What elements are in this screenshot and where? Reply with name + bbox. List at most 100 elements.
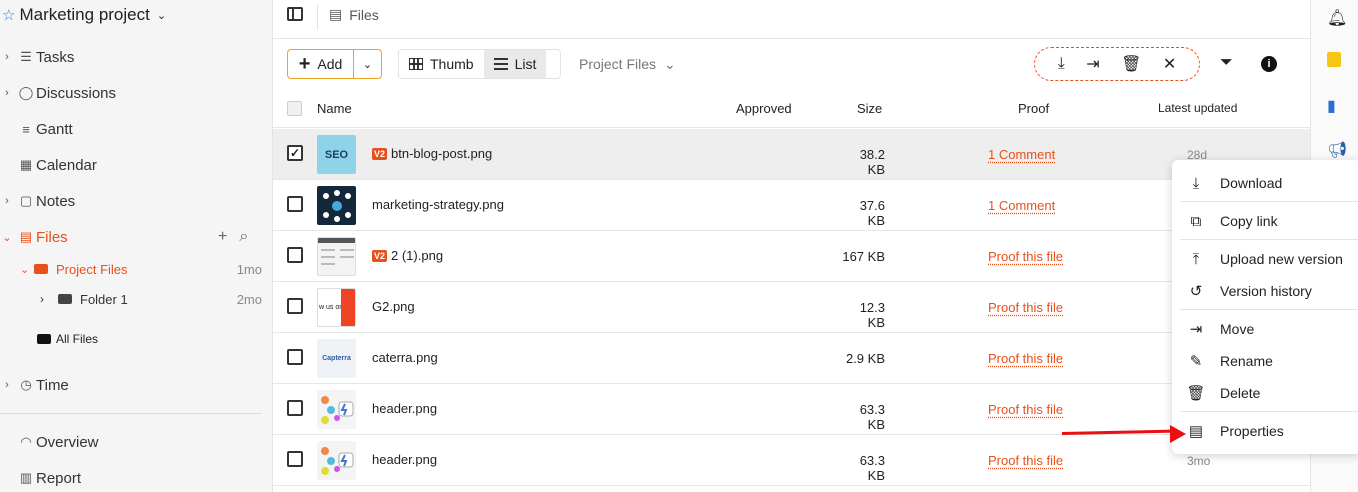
file-thumbnail[interactable] bbox=[317, 237, 356, 276]
menu-item-delete[interactable]: 🗑︎ Delete bbox=[1172, 378, 1358, 408]
proof-link[interactable]: Proof this file bbox=[988, 351, 1063, 366]
file-thumbnail[interactable] bbox=[317, 186, 356, 225]
menu-item-properties[interactable]: ▤ Properties bbox=[1172, 416, 1358, 446]
list-icon bbox=[493, 58, 508, 70]
chevron-right-icon[interactable]: › bbox=[40, 292, 58, 306]
menu-item-download[interactable]: ⤓ Download bbox=[1172, 168, 1358, 198]
menu-item-upload-new-version[interactable]: ⤒ Upload new version bbox=[1172, 244, 1358, 274]
chevron-down-icon: ⌄ bbox=[156, 9, 167, 22]
sidebar-item-label: Notes bbox=[36, 192, 76, 210]
sidebar-item-files[interactable]: ⌄ ▤ Files bbox=[0, 225, 67, 249]
row-checkbox[interactable] bbox=[287, 196, 303, 212]
sidebar-item-tasks[interactable]: › ☰ Tasks bbox=[0, 45, 74, 69]
chat-icon: ◯ bbox=[18, 85, 34, 100]
table-row[interactable]: ✓ SEO V2 btn-blog-post.png 38.2 KB 1 Com… bbox=[273, 129, 1310, 180]
sidebar-toggle-icon[interactable] bbox=[287, 7, 303, 21]
sidebar-item-report[interactable]: ▥ Report bbox=[0, 466, 81, 490]
tree-item-folder-1[interactable]: › Folder 1 2mo bbox=[40, 289, 273, 309]
menu-item-version-history[interactable]: ↺ Version history bbox=[1172, 276, 1358, 306]
row-checkbox[interactable] bbox=[287, 298, 303, 314]
chevron-down-icon[interactable]: ⌄ bbox=[0, 231, 14, 244]
row-checkbox[interactable] bbox=[287, 247, 303, 263]
move-icon[interactable]: ⇥ bbox=[1086, 54, 1099, 74]
plus-icon[interactable]: + bbox=[218, 228, 227, 246]
divider bbox=[0, 413, 262, 414]
sticky-note-icon[interactable] bbox=[1327, 52, 1341, 67]
bell-icon[interactable]: 🔔︎ bbox=[1327, 8, 1347, 28]
tree-item-project-files[interactable]: ⌄ Project Files 1mo bbox=[20, 259, 273, 279]
add-dropdown-button[interactable]: ⌄ bbox=[353, 50, 381, 78]
sidebar-item-gantt[interactable]: ≡ Gantt bbox=[0, 117, 73, 141]
sidebar-item-notes[interactable]: › ▢ Notes bbox=[0, 189, 75, 213]
column-size[interactable]: Size bbox=[857, 101, 882, 116]
table-row[interactable]: marketing-strategy.png 37.6 KB 1 Comment bbox=[273, 180, 1310, 231]
row-checkbox[interactable] bbox=[287, 451, 303, 467]
file-name[interactable]: G2.png bbox=[372, 299, 415, 314]
proof-link[interactable]: 1 Comment bbox=[988, 147, 1055, 162]
table-row[interactable]: V2 2 (1).png 167 KB Proof this file bbox=[273, 231, 1310, 282]
menu-item-move[interactable]: ⇥ Move bbox=[1172, 314, 1358, 344]
menu-item-copy-link[interactable]: ⧉ Copy link bbox=[1172, 206, 1358, 236]
file-name[interactable]: header.png bbox=[372, 452, 437, 467]
proof-link[interactable]: Proof this file bbox=[988, 249, 1063, 264]
menu-item-rename[interactable]: ✎ Rename bbox=[1172, 346, 1358, 376]
megaphone-icon[interactable]: 📢︎ bbox=[1327, 140, 1347, 160]
star-icon[interactable]: ☆ bbox=[2, 6, 15, 24]
file-name[interactable]: marketing-strategy.png bbox=[372, 197, 504, 212]
bookmark-icon[interactable]: ▮ bbox=[1327, 96, 1336, 116]
column-approved[interactable]: Approved bbox=[736, 101, 792, 116]
chevron-right-icon[interactable]: › bbox=[0, 51, 14, 63]
file-thumbnail[interactable] bbox=[317, 390, 356, 429]
chevron-right-icon[interactable]: › bbox=[0, 379, 14, 391]
sidebar-item-label: Report bbox=[36, 469, 82, 487]
table-row[interactable]: header.png 63.3 KB Proof this file 3mo bbox=[273, 435, 1310, 486]
file-thumbnail[interactable]: SEO bbox=[317, 135, 356, 174]
file-size: 167 KB bbox=[842, 249, 885, 264]
file-thumbnail[interactable]: w us on bbox=[317, 288, 356, 327]
sidebar-item-overview[interactable]: ◠ Overview bbox=[0, 430, 98, 454]
file-thumbnail[interactable] bbox=[317, 441, 356, 480]
row-checkbox[interactable]: ✓ bbox=[287, 145, 303, 161]
file-name[interactable]: V2 2 (1).png bbox=[372, 248, 443, 263]
list-label: List bbox=[514, 56, 537, 72]
row-checkbox[interactable] bbox=[287, 349, 303, 365]
file-name[interactable]: header.png bbox=[372, 401, 437, 416]
select-all-checkbox[interactable] bbox=[287, 101, 302, 116]
folder-filter-dropdown[interactable]: Project Files ⌄ bbox=[579, 56, 676, 73]
file-name[interactable]: caterra.png bbox=[372, 350, 438, 365]
close-icon[interactable]: ✕ bbox=[1163, 54, 1176, 74]
download-icon[interactable]: ⤓ bbox=[1058, 55, 1065, 73]
sidebar-item-discussions[interactable]: › ◯ Discussions bbox=[0, 81, 116, 105]
project-switcher[interactable]: ☆ Marketing project ⌄ bbox=[2, 5, 166, 25]
proof-link[interactable]: 1 Comment bbox=[988, 198, 1055, 213]
list-view-button[interactable]: List bbox=[483, 50, 547, 78]
column-updated[interactable]: Latest updated bbox=[1158, 101, 1237, 115]
proof-link[interactable]: Proof this file bbox=[988, 300, 1063, 315]
row-checkbox[interactable] bbox=[287, 400, 303, 416]
divider bbox=[1180, 309, 1358, 310]
sidebar-item-label: Gantt bbox=[36, 120, 73, 138]
thumb-view-button[interactable]: Thumb bbox=[399, 50, 484, 78]
file-name[interactable]: V2 btn-blog-post.png bbox=[372, 146, 492, 161]
sidebar-item-time[interactable]: › ◷ Time bbox=[0, 373, 69, 397]
trash-icon[interactable]: 🗑︎ bbox=[1121, 54, 1141, 74]
add-button[interactable]: + Add bbox=[288, 50, 353, 78]
info-icon[interactable]: i bbox=[1261, 56, 1277, 72]
proof-link[interactable]: Proof this file bbox=[988, 453, 1063, 468]
search-icon[interactable]: ⌕ bbox=[239, 228, 248, 246]
chevron-right-icon[interactable]: › bbox=[0, 87, 14, 99]
column-name[interactable]: Name bbox=[317, 101, 352, 116]
table-row[interactable]: header.png 63.3 KB Proof this file bbox=[273, 384, 1310, 435]
filter-icon[interactable]: ⏷ bbox=[1220, 54, 1233, 72]
chevron-down-icon[interactable]: ⌄ bbox=[20, 263, 34, 276]
table-row[interactable]: w us on G2.png 12.3 KB Proof this file bbox=[273, 282, 1310, 333]
column-proof[interactable]: Proof bbox=[1018, 101, 1049, 116]
file-thumbnail[interactable]: Capterra bbox=[317, 339, 356, 378]
file-updated: 3mo bbox=[1187, 454, 1211, 468]
file-name-text: btn-blog-post.png bbox=[391, 146, 493, 161]
all-files-link[interactable]: All Files bbox=[37, 332, 98, 346]
sidebar-item-calendar[interactable]: ▦ Calendar bbox=[0, 153, 97, 177]
table-row[interactable]: Capterra caterra.png 2.9 KB Proof this f… bbox=[273, 333, 1310, 384]
proof-link[interactable]: Proof this file bbox=[988, 402, 1063, 417]
chevron-right-icon[interactable]: › bbox=[0, 195, 14, 207]
